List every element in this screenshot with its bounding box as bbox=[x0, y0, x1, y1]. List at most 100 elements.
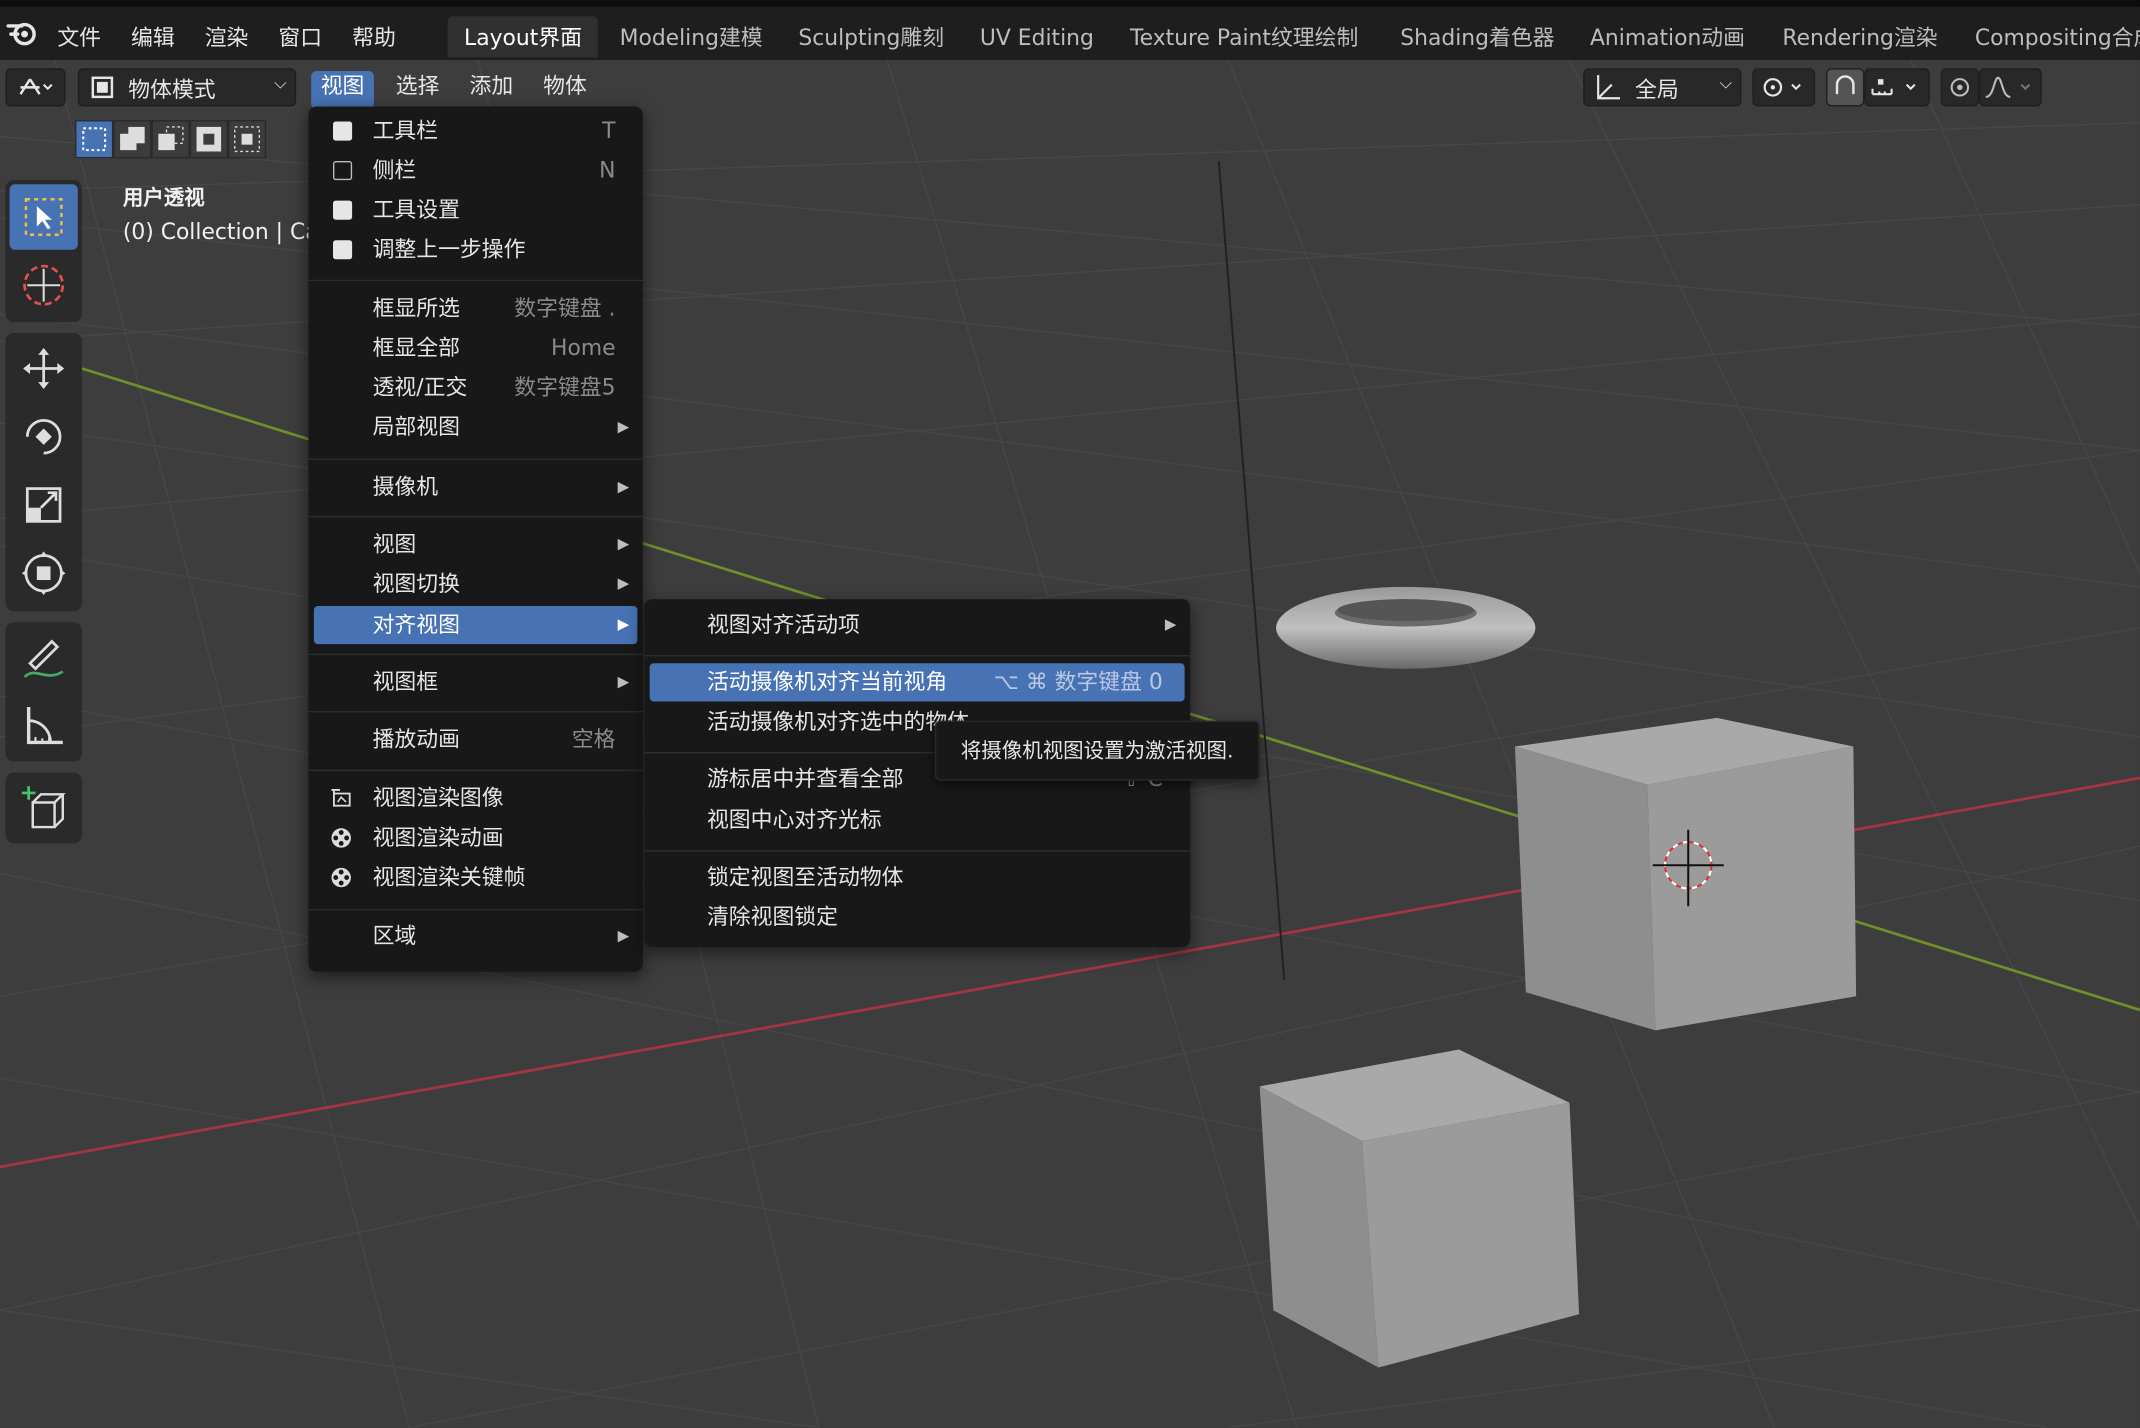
tool-transform[interactable] bbox=[10, 540, 78, 606]
proportional-edit-toggle[interactable] bbox=[1940, 68, 1979, 107]
tool-add-cube[interactable] bbox=[10, 775, 78, 841]
falloff-dropdown[interactable] bbox=[1978, 68, 2042, 107]
tab-animation[interactable]: Animation动画 bbox=[1590, 16, 1745, 57]
menu-item-viewpoint[interactable]: 视图 ▶ bbox=[314, 525, 637, 563]
object-mode-icon bbox=[91, 76, 114, 99]
menu-item-clear-view-lock[interactable]: 清除视图锁定 bbox=[650, 898, 1185, 936]
menu-item-viewport-render-keyframes[interactable]: 视图渲染关键帧 bbox=[314, 858, 637, 896]
menu-item-cameras[interactable]: 摄像机 ▶ bbox=[314, 468, 637, 506]
select-new-icon bbox=[82, 127, 107, 152]
orientation-label: 全局 bbox=[1635, 76, 1679, 103]
menu-item-perspective-ortho[interactable]: 透视/正交 数字键盘5 bbox=[314, 368, 637, 406]
film-reel-icon bbox=[331, 828, 351, 848]
menu-item-toolbar[interactable]: 工具栏 T bbox=[314, 112, 637, 150]
tab-layout[interactable]: Layout界面 bbox=[447, 16, 599, 58]
menu-item-adjust-last-operation[interactable]: 调整上一步操作 bbox=[314, 231, 637, 269]
menu-item-local-view[interactable]: 局部视图 ▶ bbox=[314, 408, 637, 446]
menu-item-align-view[interactable]: 对齐视图 ▶ bbox=[313, 605, 638, 645]
menu-item-clipping-region[interactable]: 视图框 ▶ bbox=[314, 663, 637, 701]
select-subtract-button[interactable] bbox=[151, 120, 190, 159]
tab-rendering[interactable]: Rendering渲染 bbox=[1782, 16, 1937, 57]
select-invert-icon bbox=[196, 126, 222, 152]
tab-sculpting[interactable]: Sculpting雕刻 bbox=[798, 16, 944, 57]
select-invert-button[interactable] bbox=[189, 120, 228, 159]
render-image-icon bbox=[331, 789, 351, 807]
menu-help[interactable]: 帮助 bbox=[352, 19, 396, 52]
tool-move[interactable] bbox=[10, 336, 78, 402]
tool-annotate[interactable] bbox=[10, 625, 78, 691]
menu-item-center-view-to-cursor[interactable]: 视图中心对齐光标 bbox=[650, 801, 1185, 839]
tab-modeling[interactable]: Modeling建模 bbox=[620, 16, 763, 57]
pivot-icon bbox=[1763, 78, 1801, 97]
view-menu: 工具栏 T 侧栏 N 工具设置 调整上一步操作 框显所选 数字键盘 . 框显全部… bbox=[308, 106, 643, 972]
proportional-edit-icon bbox=[1950, 78, 1970, 97]
chevron-down-icon: ⌵ bbox=[1719, 73, 1732, 93]
mode-dropdown[interactable]: 物体模式 ⌵ bbox=[77, 68, 297, 107]
blender-logo-icon[interactable] bbox=[4, 15, 39, 50]
select-box-icon bbox=[24, 198, 63, 236]
tab-uv-editing[interactable]: UV Editing bbox=[980, 16, 1094, 57]
checkbox-unchecked-icon bbox=[333, 161, 353, 181]
editor-type-button[interactable] bbox=[5, 68, 66, 107]
magnet-icon bbox=[1835, 75, 1855, 95]
menu-window[interactable]: 窗口 bbox=[278, 19, 322, 52]
tab-compositing[interactable]: Compositing合成 bbox=[1975, 16, 2140, 57]
cursor-icon bbox=[23, 264, 65, 306]
move-icon bbox=[23, 348, 65, 389]
toolbar-group-annotate bbox=[5, 622, 82, 762]
menu-file[interactable]: 文件 bbox=[57, 19, 101, 52]
mode-label: 物体模式 bbox=[128, 76, 216, 103]
falloff-curve-icon bbox=[1985, 76, 2031, 98]
menu-item-frame-all[interactable]: 框显全部 Home bbox=[314, 329, 637, 367]
tool-cursor[interactable] bbox=[10, 252, 78, 318]
tool-measure[interactable] bbox=[10, 693, 78, 759]
select-intersect-button[interactable] bbox=[227, 120, 267, 159]
transform-icon bbox=[21, 551, 66, 596]
tool-rotate[interactable] bbox=[10, 404, 78, 470]
header-menu-view[interactable]: 视图 bbox=[311, 70, 374, 110]
menu-item-area[interactable]: 区域 ▶ bbox=[314, 917, 637, 955]
menu-item-sidebar[interactable]: 侧栏 N bbox=[314, 151, 637, 189]
tab-shading[interactable]: Shading着色器 bbox=[1400, 16, 1554, 57]
toolbar-group-transform bbox=[5, 333, 82, 612]
menu-item-viewport-render-animation[interactable]: 视图渲染动画 bbox=[314, 819, 637, 857]
menu-item-tool-settings[interactable]: 工具设置 bbox=[314, 191, 637, 229]
checkbox-checked-icon bbox=[333, 240, 353, 260]
menu-item-align-view-to-active[interactable]: 视图对齐活动项 ▶ bbox=[650, 606, 1185, 644]
selection-mode-buttons bbox=[75, 120, 267, 159]
chevron-down-icon: ⌵ bbox=[274, 73, 287, 93]
select-new-button[interactable] bbox=[75, 120, 114, 159]
snap-target-dropdown[interactable] bbox=[1864, 68, 1930, 107]
menu-item-frame-selected[interactable]: 框显所选 数字键盘 . bbox=[314, 289, 637, 327]
submenu-arrow-icon: ▶ bbox=[617, 574, 630, 593]
header-menu-object[interactable]: 物体 bbox=[534, 71, 597, 109]
menu-item-align-camera-to-view[interactable]: 活动摄像机对齐当前视角 ⌥ ⌘ 数字键盘 0 bbox=[649, 663, 1185, 702]
menu-item-viewport-render-image[interactable]: 视图渲染图像 bbox=[314, 779, 637, 817]
tab-texture-paint[interactable]: Texture Paint纹理绘制 bbox=[1130, 16, 1358, 57]
header-menu-select[interactable]: 选择 bbox=[386, 71, 449, 109]
snap-toggle[interactable] bbox=[1826, 68, 1865, 107]
collection-info: (0) Collection | Ca bbox=[122, 218, 319, 245]
select-subtract-icon bbox=[158, 126, 184, 151]
select-extend-button[interactable] bbox=[113, 120, 152, 159]
tool-select-box[interactable] bbox=[9, 184, 78, 250]
measure-ruler-icon bbox=[26, 706, 63, 745]
submenu-arrow-icon: ▶ bbox=[1164, 615, 1177, 634]
submenu-arrow-icon: ▶ bbox=[617, 477, 630, 496]
orientation-dropdown[interactable]: 全局 ⌵ bbox=[1583, 68, 1742, 107]
top-bar: 文件 编辑 渲染 窗口 帮助 Layout界面 Modeling建模 Sculp… bbox=[0, 0, 2140, 61]
snap-increment-icon bbox=[1871, 79, 1916, 96]
menu-item-navigation[interactable]: 视图切换 ▶ bbox=[314, 565, 637, 603]
menu-item-lock-view-to-active[interactable]: 锁定视图至活动物体 bbox=[650, 858, 1185, 896]
annotate-pencil-icon bbox=[23, 639, 64, 679]
scale-icon bbox=[25, 487, 62, 523]
toolbar-group-select bbox=[5, 180, 82, 323]
header-menu-add[interactable]: 添加 bbox=[460, 71, 523, 109]
menu-edit[interactable]: 编辑 bbox=[131, 19, 175, 52]
submenu-arrow-icon: ▶ bbox=[617, 615, 630, 634]
tool-scale[interactable] bbox=[10, 472, 78, 538]
menu-item-play-animation[interactable]: 播放动画 空格 bbox=[314, 721, 637, 759]
pivot-point-dropdown[interactable] bbox=[1752, 68, 1816, 107]
submenu-arrow-icon: ▶ bbox=[617, 417, 630, 436]
menu-render[interactable]: 渲染 bbox=[205, 19, 249, 52]
